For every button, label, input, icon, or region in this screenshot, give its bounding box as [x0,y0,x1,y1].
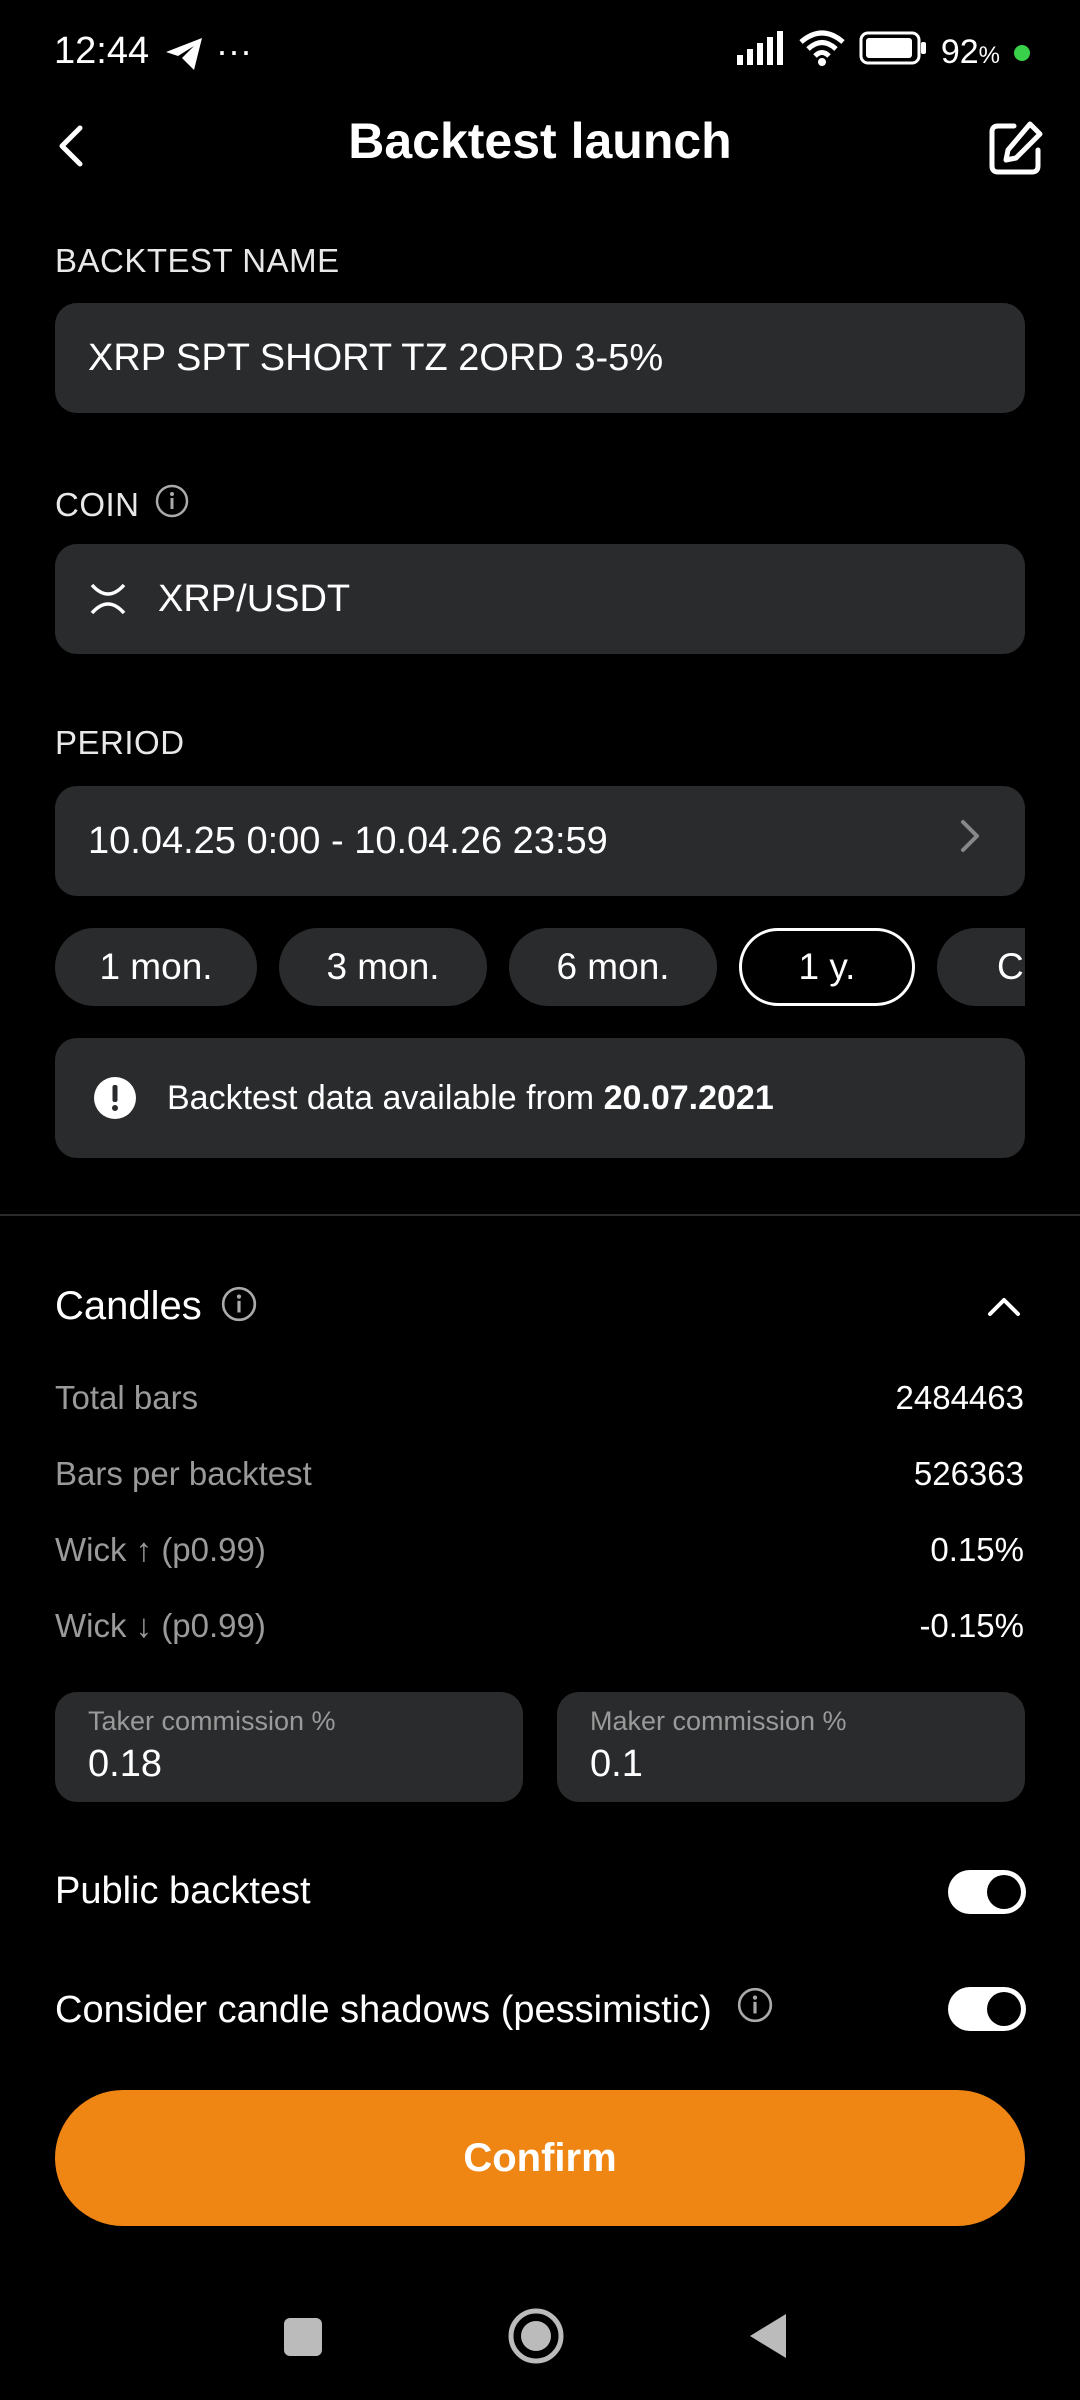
wick-up-value: 0.15% [930,1531,1024,1568]
nav-back-icon[interactable] [746,2312,790,2365]
availability-date: 20.07.2021 [603,1078,774,1117]
confirm-button[interactable]: Confirm [55,2090,1025,2226]
chip-1-year[interactable]: 1 y. [739,928,915,1006]
battery-icon [859,31,927,74]
info-icon[interactable] [154,483,190,527]
period-chip-row: 1 mon. 3 mon. 6 mon. 1 y. C [55,928,1025,1010]
taker-commission-value: 0.18 [88,1743,162,1785]
battery-percent: 92% [940,33,1000,71]
total-bars-value: 2484463 [895,1379,1024,1416]
chip-1-month[interactable]: 1 mon. [55,928,257,1006]
maker-commission-field[interactable]: Maker commission % 0.1 [557,1692,1025,1802]
bars-per-backtest-value: 526363 [913,1455,1024,1492]
maker-commission-value: 0.1 [590,1743,643,1785]
edit-button[interactable] [984,116,1048,180]
data-availability-notice: Backtest data available from 20.07.2021 [55,1038,1025,1158]
divider [0,1214,1080,1216]
backtest-name-value: XRP SPT SHORT TZ 2ORD 3-5% [88,336,664,379]
chip-3-months[interactable]: 3 mon. [279,928,487,1006]
status-icons: 92% [736,30,1030,75]
candle-shadows-row: Consider candle shadows (pessimistic) [55,1986,774,2034]
page-title: Backtest launch [348,113,732,169]
coin-value: XRP/USDT [158,577,351,620]
chip-custom[interactable]: C [937,928,1025,1006]
coin-select[interactable]: XRP/USDT [55,544,1025,654]
public-backtest-label: Public backtest [55,1870,311,1912]
taker-commission-label: Taker commission % [88,1706,336,1736]
candle-shadows-toggle[interactable] [948,1987,1026,2031]
telegram-icon [164,36,204,77]
maker-commission-label: Maker commission % [590,1706,847,1736]
backtest-name-label: BACKTEST NAME [55,242,340,279]
bars-per-backtest-label: Bars per backtest [55,1455,312,1492]
home-icon[interactable] [508,2308,564,2369]
candles-title: Candles [55,1284,202,1328]
total-bars-label: Total bars [55,1379,199,1416]
candles-info-icon[interactable] [220,1285,258,1328]
candles-header[interactable]: Candles [55,1284,258,1329]
period-label: PERIOD [55,724,185,761]
coin-label: COIN [55,486,140,523]
taker-commission-field[interactable]: Taker commission % 0.18 [55,1692,523,1802]
backtest-name-input[interactable]: XRP SPT SHORT TZ 2ORD 3-5% [55,303,1025,413]
chip-6-months[interactable]: 6 mon. [509,928,717,1006]
public-backtest-toggle[interactable] [948,1870,1026,1914]
chevron-up-icon[interactable] [984,1292,1024,1327]
candle-shadows-label: Consider candle shadows (pessimistic) [55,1988,712,2031]
wick-down-value: -0.15% [919,1607,1024,1644]
chevron-right-icon [955,816,985,866]
wick-up-label: Wick ↑ (p0.99) [55,1531,266,1568]
coin-label-row: COIN [55,483,190,527]
alert-icon [93,1076,137,1120]
xrp-icon [88,579,128,619]
availability-text: Backtest data available from [167,1078,604,1117]
shadows-info-icon[interactable] [736,1986,774,2034]
period-select[interactable]: 10.04.25 0:00 - 10.04.26 23:59 [55,786,1025,896]
recents-icon[interactable] [282,2316,324,2363]
active-indicator [1014,44,1030,61]
wick-down-label: Wick ↓ (p0.99) [55,1607,266,1644]
status-time: 12:44 [54,30,150,72]
wifi-icon [799,30,845,75]
signal-icon [736,31,785,74]
status-more-icon: ··· [216,30,252,71]
period-value: 10.04.25 0:00 - 10.04.26 23:59 [88,819,608,862]
